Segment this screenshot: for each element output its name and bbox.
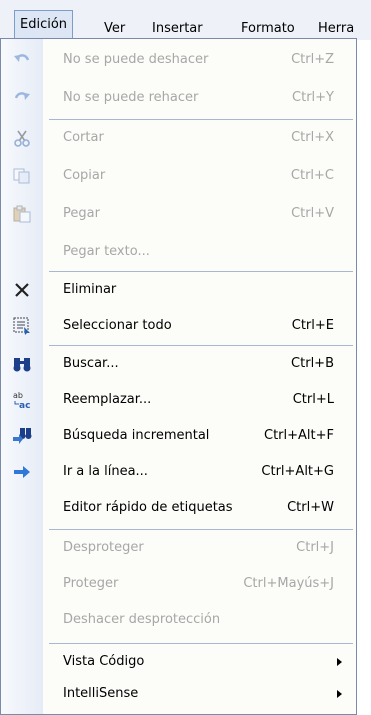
menu-item-incremental-search[interactable]: Búsqueda incremental Ctrl+Alt+F xyxy=(1,421,356,451)
menu-item-unprotect[interactable]: Desproteger Ctrl+J xyxy=(1,533,356,563)
menu-item-label: Vista Código xyxy=(63,654,145,669)
paste-icon xyxy=(11,204,33,224)
menu-insertar[interactable]: Insertar xyxy=(152,20,203,38)
undo-icon xyxy=(11,50,33,70)
svg-text:ab: ab xyxy=(13,391,23,400)
menu-item-code-view[interactable]: Vista Código xyxy=(1,647,356,677)
menu-item-label: Ir a la línea... xyxy=(63,464,148,479)
menu-ver[interactable]: Ver xyxy=(104,20,125,38)
menu-bar: Edición Ver Insertar Formato Herra xyxy=(0,0,371,40)
menu-item-label: Reemplazar... xyxy=(63,392,152,407)
menu-item-delete[interactable]: Eliminar xyxy=(1,275,356,305)
menu-separator xyxy=(49,345,353,346)
menu-item-shortcut: Ctrl+V xyxy=(291,206,334,221)
submenu-arrow-icon xyxy=(337,690,342,698)
menu-item-shortcut: Ctrl+E xyxy=(291,318,334,333)
menu-item-label: Desproteger xyxy=(63,540,144,555)
menu-item-shortcut: Ctrl+L xyxy=(292,392,334,407)
menu-item-label: Pegar texto... xyxy=(63,244,150,259)
menu-item-label: IntelliSense xyxy=(63,686,139,701)
menu-item-label: Proteger xyxy=(63,576,119,591)
menu-separator xyxy=(49,529,353,530)
menu-item-quick-tag-editor[interactable]: Editor rápido de etiquetas Ctrl+W xyxy=(1,493,356,523)
menu-edicion[interactable]: Edición xyxy=(14,10,74,39)
menu-item-shortcut: Ctrl+J xyxy=(296,540,334,555)
menu-item-find[interactable]: Buscar... Ctrl+B xyxy=(1,349,356,379)
menu-item-paste-text[interactable]: Pegar texto... xyxy=(1,237,356,267)
menu-item-label: Copiar xyxy=(63,168,106,183)
menu-item-shortcut: Ctrl+X xyxy=(291,130,334,145)
menu-item-redo[interactable]: No se puede rehacer Ctrl+Y xyxy=(1,83,356,113)
menu-separator xyxy=(49,271,353,272)
delete-x-icon xyxy=(11,280,33,300)
menu-item-goto-line[interactable]: Ir a la línea... Ctrl+Alt+G xyxy=(1,457,356,487)
menu-item-undo-unprotect[interactable]: Deshacer desprotección xyxy=(1,605,356,635)
menu-item-select-all[interactable]: Seleccionar todo Ctrl+E xyxy=(1,311,356,341)
select-all-icon xyxy=(11,316,33,336)
menu-item-intellisense[interactable]: IntelliSense xyxy=(1,679,356,709)
menu-item-label: Cortar xyxy=(63,130,104,145)
menu-item-undo[interactable]: No se puede deshacer Ctrl+Z xyxy=(1,45,356,75)
edit-dropdown-menu: No se puede deshacer Ctrl+Z No se puede … xyxy=(0,38,357,715)
redo-icon xyxy=(11,88,33,108)
incremental-search-icon xyxy=(11,426,33,446)
menu-herramientas[interactable]: Herra xyxy=(318,20,354,38)
svg-text:ac: ac xyxy=(19,401,30,410)
menu-item-replace[interactable]: ab ac Reemplazar... Ctrl+L xyxy=(1,385,356,415)
menu-item-label: Seleccionar todo xyxy=(63,318,172,333)
scissors-icon xyxy=(11,128,33,148)
menu-item-paste[interactable]: Pegar Ctrl+V xyxy=(1,199,356,229)
menu-item-label: Búsqueda incremental xyxy=(63,428,210,443)
menu-item-shortcut: Ctrl+W xyxy=(287,500,334,515)
binoculars-icon xyxy=(11,354,33,374)
menu-item-label: Editor rápido de etiquetas xyxy=(63,500,233,515)
menu-item-label: No se puede rehacer xyxy=(63,90,199,105)
menu-item-cut[interactable]: Cortar Ctrl+X xyxy=(1,123,356,153)
menu-item-copy[interactable]: Copiar Ctrl+C xyxy=(1,161,356,191)
menu-item-shortcut: Ctrl+Mayús+J xyxy=(243,576,334,591)
menu-item-label: Pegar xyxy=(63,206,100,221)
menu-item-protect[interactable]: Proteger Ctrl+Mayús+J xyxy=(1,569,356,599)
menu-item-shortcut: Ctrl+B xyxy=(291,356,334,371)
submenu-arrow-icon xyxy=(337,658,342,666)
menu-item-label: Deshacer desprotección xyxy=(63,612,221,627)
menu-item-shortcut: Ctrl+Alt+G xyxy=(261,464,334,479)
copy-icon xyxy=(11,166,33,186)
menu-separator xyxy=(49,643,353,644)
menu-item-shortcut: Ctrl+C xyxy=(290,168,334,183)
menu-item-shortcut: Ctrl+Alt+F xyxy=(264,428,334,443)
menu-formato[interactable]: Formato xyxy=(241,20,295,38)
menu-item-shortcut: Ctrl+Z xyxy=(291,52,334,67)
replace-icon: ab ac xyxy=(11,390,33,410)
menu-item-label: No se puede deshacer xyxy=(63,52,209,67)
arrow-right-icon xyxy=(11,462,33,482)
menu-separator xyxy=(49,119,353,120)
menu-item-label: Eliminar xyxy=(63,282,117,297)
menu-item-label: Buscar... xyxy=(63,356,119,371)
menu-item-shortcut: Ctrl+Y xyxy=(292,90,334,105)
